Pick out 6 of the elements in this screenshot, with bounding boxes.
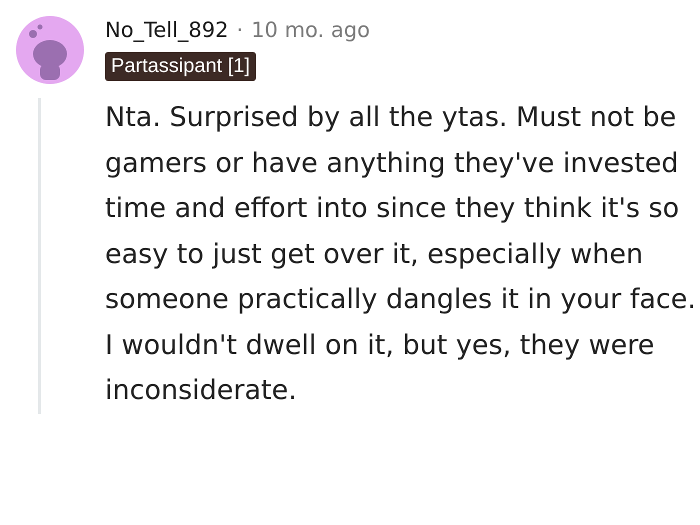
comment-text: Nta. Surprised by all the ytas. Must not be gamers or have anything they've invested time and effort into since they think it's so easy to just get over it, especially when someone practically dangles it in your face. I wouldn't dwell on it, but yes, they were inconsiderate. — [105, 101, 697, 408]
username[interactable]: No_Tell_892 — [105, 18, 228, 42]
avatar-icon — [16, 16, 84, 84]
timestamp: 10 mo. ago — [251, 18, 370, 42]
user-flair: Partassipant [1] — [105, 52, 256, 81]
separator: · — [236, 18, 244, 42]
